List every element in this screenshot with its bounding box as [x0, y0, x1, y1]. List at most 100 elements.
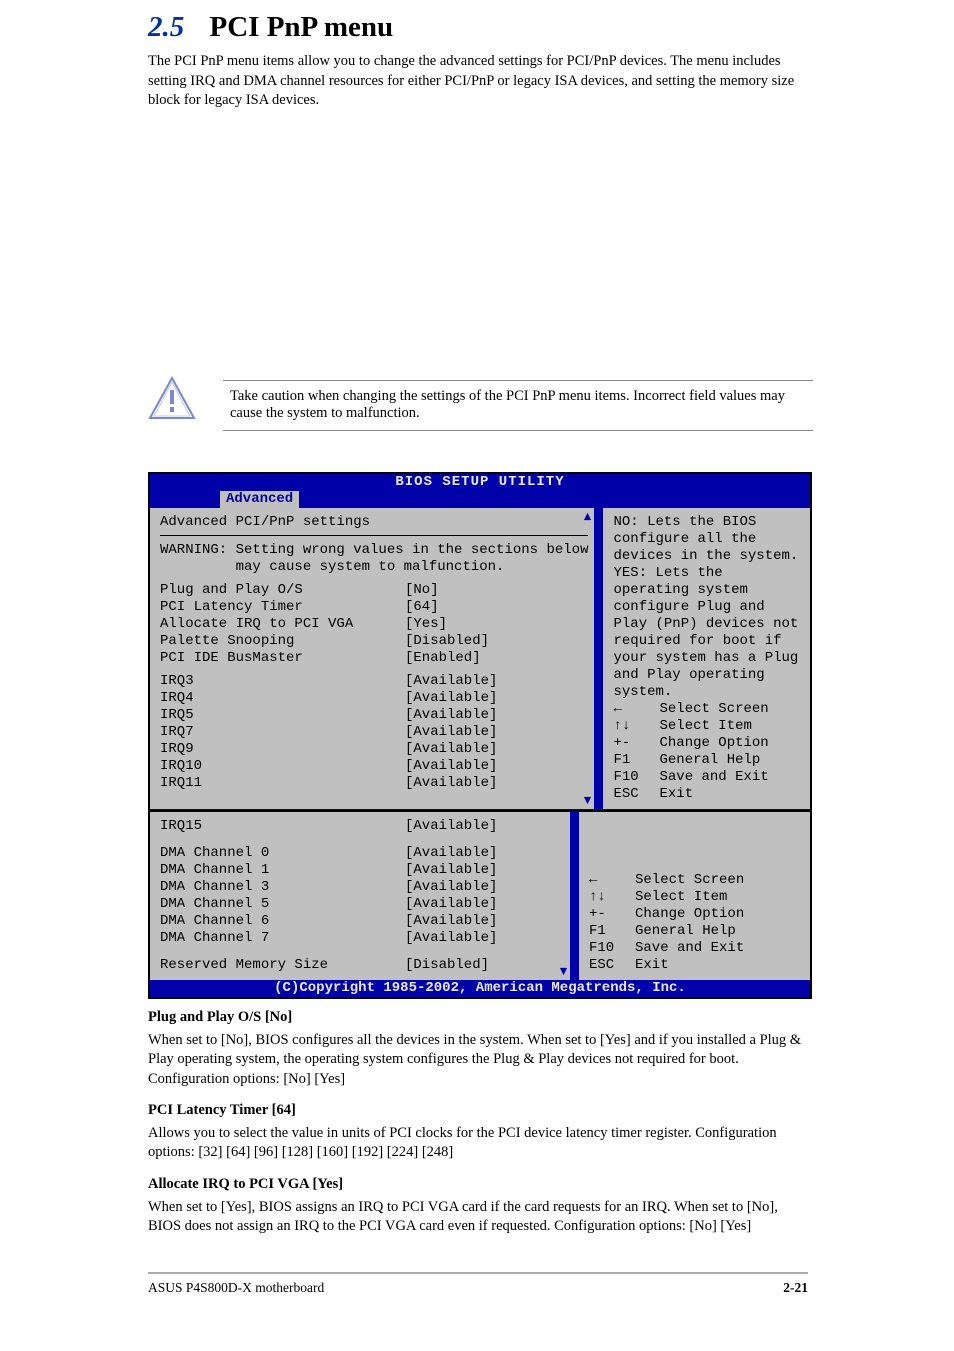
divider — [160, 535, 588, 536]
bios-right-pane-2: ←Select Screen↑↓Select Item+-Change Opti… — [570, 812, 810, 980]
section-title: PCI PnP menu — [210, 11, 394, 43]
bios-right-pane: NO: Lets the BIOS configure all the devi… — [594, 508, 810, 809]
setting-value: [Available] — [405, 818, 497, 835]
setting-row[interactable]: DMA Channel 3[Available] — [160, 879, 564, 896]
option-heading: Allocate IRQ to PCI VGA [Yes] — [148, 1175, 808, 1195]
setting-value: [Available] — [405, 724, 497, 741]
setting-row[interactable]: Palette Snooping[Disabled] — [160, 633, 588, 650]
caution-rule-top — [223, 380, 813, 381]
nav-label: Exit — [659, 786, 693, 803]
nav-key: ↑↓ — [589, 889, 635, 906]
setting-value: [Available] — [405, 879, 497, 896]
option-heading: Plug and Play O/S [No] — [148, 1008, 808, 1028]
setting-row[interactable]: Plug and Play O/S[No] — [160, 582, 588, 599]
setting-row[interactable]: IRQ11[Available] — [160, 775, 588, 792]
setting-value: [Available] — [405, 690, 497, 707]
scroll-down-icon[interactable] — [559, 967, 568, 976]
setting-value: [Enabled] — [405, 650, 481, 667]
nav-key: +- — [613, 735, 659, 752]
footer-rule — [148, 1272, 808, 1274]
setting-value: [Available] — [405, 741, 497, 758]
setting-value: [Available] — [405, 673, 497, 690]
setting-row[interactable]: IRQ10[Available] — [160, 758, 588, 775]
option-body: When set to [Yes], BIOS assigns an IRQ t… — [148, 1198, 808, 1237]
setting-label: IRQ11 — [160, 775, 405, 792]
nav-hint: F10Save and Exit — [589, 940, 804, 957]
setting-row[interactable]: IRQ4[Available] — [160, 690, 588, 707]
nav-hint: ←Select Screen — [589, 872, 804, 889]
bios-tab-advanced[interactable]: Advanced — [220, 491, 299, 508]
nav-hint: ←Select Screen — [613, 701, 804, 718]
setting-label: IRQ9 — [160, 741, 405, 758]
setting-label: Palette Snooping — [160, 633, 405, 650]
nav-hint: F1General Help — [613, 752, 804, 769]
nav-key: F1 — [589, 923, 635, 940]
setting-row[interactable]: Allocate IRQ to PCI VGA[Yes] — [160, 616, 588, 633]
setting-row[interactable]: IRQ3[Available] — [160, 673, 588, 690]
nav-label: Save and Exit — [635, 940, 744, 957]
setting-row[interactable]: IRQ7[Available] — [160, 724, 588, 741]
bios-left-pane-2: IRQ15[Available] DMA Channel 0[Available… — [150, 812, 570, 980]
nav-label: Save and Exit — [659, 769, 768, 786]
setting-label: Allocate IRQ to PCI VGA — [160, 616, 405, 633]
nav-key: F1 — [613, 752, 659, 769]
setting-value: [Available] — [405, 862, 497, 879]
body-text: Plug and Play O/S [No] When set to [No],… — [148, 996, 808, 1241]
nav-label: General Help — [659, 752, 760, 769]
setting-row[interactable]: Reserved Memory Size [Disabled] — [160, 957, 564, 974]
setting-row[interactable]: DMA Channel 0[Available] — [160, 845, 564, 862]
bios-subheading: Advanced PCI/PnP settings — [160, 514, 588, 531]
setting-value: [Disabled] — [405, 633, 489, 650]
nav-hint: ↑↓Select Item — [589, 889, 804, 906]
setting-row[interactable]: DMA Channel 5[Available] — [160, 896, 564, 913]
setting-label: IRQ7 — [160, 724, 405, 741]
setting-row[interactable]: IRQ5[Available] — [160, 707, 588, 724]
nav-label: Exit — [635, 957, 669, 974]
nav-hint: ↑↓Select Item — [613, 718, 804, 735]
nav-label: Select Screen — [635, 872, 744, 889]
setting-value: [Available] — [405, 896, 497, 913]
caution-icon — [148, 376, 196, 420]
setting-row[interactable]: DMA Channel 1[Available] — [160, 862, 564, 879]
option-body: Allows you to select the value in units … — [148, 1124, 808, 1163]
setting-value: [Disabled] — [405, 957, 489, 974]
setting-row[interactable]: IRQ9[Available] — [160, 741, 588, 758]
setting-value: [Available] — [405, 775, 497, 792]
setting-value: [Available] — [405, 758, 497, 775]
bios-tab-row: Advanced — [150, 491, 810, 508]
setting-row[interactable]: PCI IDE BusMaster[Enabled] — [160, 650, 588, 667]
setting-label: DMA Channel 0 — [160, 845, 405, 862]
setting-row[interactable]: PCI Latency Timer[64] — [160, 599, 588, 616]
scroll-up-icon[interactable] — [583, 512, 592, 521]
nav-key: ← — [613, 701, 659, 718]
nav-label: Change Option — [635, 906, 744, 923]
option-body: When set to [No], BIOS configures all th… — [148, 1031, 808, 1090]
bios-nav-help: ←Select Screen↑↓Select Item+-Change Opti… — [589, 872, 804, 974]
setting-row[interactable]: DMA Channel 7[Available] — [160, 930, 564, 947]
setting-value: [Available] — [405, 707, 497, 724]
scroll-down-icon[interactable] — [583, 796, 592, 805]
nav-hint: F10Save and Exit — [613, 769, 804, 786]
nav-key: +- — [589, 906, 635, 923]
page-footer: ASUS P4S800D-X motherboard 2-21 — [148, 1280, 808, 1296]
nav-hint: F1General Help — [589, 923, 804, 940]
setting-value: [Available] — [405, 845, 497, 862]
nav-hint: ESCExit — [589, 957, 804, 974]
nav-label: Change Option — [659, 735, 768, 752]
setting-value: [Available] — [405, 913, 497, 930]
page-number: 2-21 — [783, 1280, 808, 1296]
bios-nav-help: ←Select Screen↑↓Select Item+-Change Opti… — [613, 701, 804, 803]
setting-label: Plug and Play O/S — [160, 582, 405, 599]
nav-label: Select Screen — [659, 701, 768, 718]
nav-key: ESC — [589, 957, 635, 974]
setting-row[interactable]: IRQ15[Available] — [160, 818, 564, 835]
bios-screen-2: IRQ15[Available] DMA Channel 0[Available… — [148, 810, 812, 999]
nav-hint: +-Change Option — [613, 735, 804, 752]
bios-left-pane: Advanced PCI/PnP settings WARNING: Setti… — [150, 508, 594, 809]
bios-warning-line2: may cause system to malfunction. — [160, 559, 588, 576]
caution-rule-bottom — [223, 430, 813, 431]
setting-row[interactable]: DMA Channel 6[Available] — [160, 913, 564, 930]
setting-label: DMA Channel 6 — [160, 913, 405, 930]
caution-text: Take caution when changing the settings … — [230, 388, 820, 422]
bios-copyright-2: (C)Copyright 1985-2002, American Megatre… — [150, 980, 810, 997]
